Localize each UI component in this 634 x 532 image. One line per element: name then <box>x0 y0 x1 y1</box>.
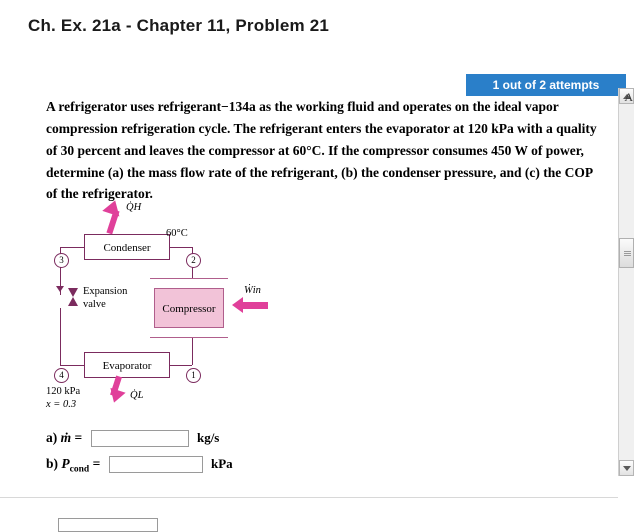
pipe-condenser-right <box>170 247 192 248</box>
pipe-left-down-2 <box>60 308 61 365</box>
ql-label: Q̇L <box>130 390 144 401</box>
page-title: Ch. Ex. 21a - Chapter 11, Problem 21 <box>28 16 330 35</box>
compressor-box: Compressor <box>154 288 224 328</box>
answer-b-symbol: P <box>61 456 70 471</box>
state-point-4: 4 <box>54 368 69 383</box>
state-point-3: 3 <box>54 253 69 268</box>
inlet-pressure-label: 120 kPa <box>46 386 81 397</box>
pipe-compressor-to-evaporator <box>192 338 193 365</box>
answer-a-symbol: ṁ <box>60 430 72 445</box>
status-badge: 1 out of 2 attempts <box>466 74 626 96</box>
qh-label: Q̇H <box>126 202 142 213</box>
win-arrow-stem <box>242 302 268 309</box>
answer-row-a: a) ṁ = kg/s <box>46 430 220 448</box>
answer-b-unit: kPa <box>211 456 233 471</box>
answer-a-equals: = <box>74 430 83 445</box>
expansion-valve-label-2: valve <box>83 299 106 310</box>
cycle-diagram: Q̇H Condenser Evaporator Compressor Expa… <box>46 197 346 415</box>
edge-letter: A <box>624 90 633 104</box>
answer-b-letter: b) <box>46 456 59 471</box>
win-label: Ẇin <box>244 285 261 296</box>
condenser-box: Condenser <box>84 234 170 260</box>
answer-row-b: b) Pcond = kPa <box>46 456 233 475</box>
answer-b-subscript: cond <box>69 464 90 475</box>
flow-arrow-down-icon <box>56 286 64 292</box>
expansion-valve-icon <box>68 288 79 306</box>
answer-a-unit: kg/s <box>196 430 220 445</box>
scroll-down-button[interactable] <box>619 460 634 476</box>
expansion-valve-label-1: Expansion <box>83 286 128 297</box>
qh-arrow-head-icon <box>102 197 124 217</box>
compressor-exit-temp-label: 60°C <box>166 228 188 239</box>
vertical-scrollbar[interactable] <box>618 88 634 476</box>
problem-statement: A refrigerator uses refrigerant−134a as … <box>46 99 597 202</box>
inlet-quality-label: x = 0.3 <box>46 399 77 410</box>
answer-a-input[interactable] <box>90 430 189 448</box>
ql-arrow-head-icon <box>106 387 126 406</box>
pipe-evaporator-right <box>170 365 192 366</box>
answer-a-letter: a) <box>46 430 58 445</box>
grip-icon <box>624 251 631 256</box>
evaporator-box: Evaporator <box>84 352 170 378</box>
win-arrow-head-icon <box>232 297 243 313</box>
scrollbar-thumb[interactable] <box>619 238 634 268</box>
pipe-evaporator-left <box>60 365 84 366</box>
divider <box>0 497 618 498</box>
state-point-1: 1 <box>186 368 201 383</box>
answer-b-input[interactable] <box>108 456 203 474</box>
state-point-2: 2 <box>186 253 201 268</box>
pipe-condenser-left <box>60 247 84 248</box>
answer-b-equals: = <box>92 456 101 471</box>
chevron-down-icon <box>623 466 631 471</box>
